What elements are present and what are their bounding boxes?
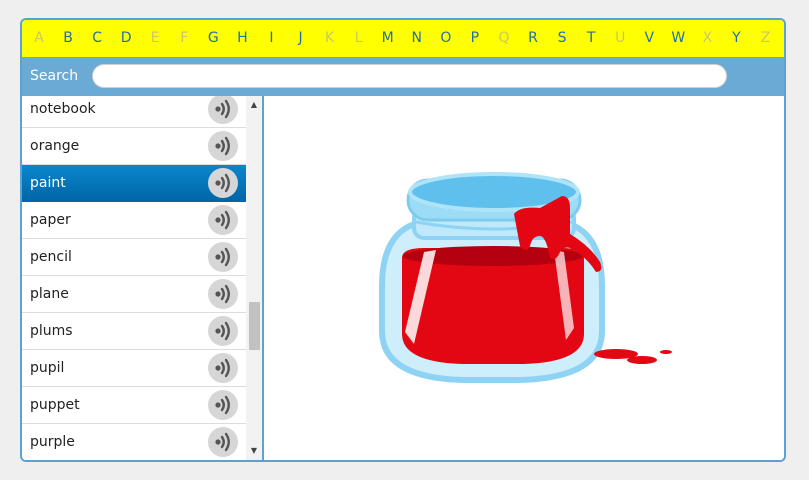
speaker-sound-icon[interactable] — [208, 96, 238, 124]
word-list-item[interactable]: pupil — [22, 350, 246, 387]
letter-f: F — [180, 30, 189, 46]
letter-j[interactable]: J — [289, 20, 313, 57]
word-label: orange — [30, 138, 80, 154]
word-list-item[interactable]: paper — [22, 202, 246, 239]
search-input[interactable] — [92, 64, 727, 88]
search-label: Search — [30, 68, 79, 84]
speaker-sound-icon[interactable] — [208, 131, 238, 161]
letter-g[interactable]: G — [201, 20, 225, 57]
letter-d[interactable]: D — [114, 20, 138, 57]
letter-i[interactable]: I — [259, 20, 283, 57]
letter-k: K — [325, 30, 335, 46]
paint-jar-icon — [379, 172, 672, 383]
letter-u: U — [615, 30, 626, 46]
letter-b[interactable]: B — [56, 20, 80, 57]
word-list-item[interactable]: plums — [22, 313, 246, 350]
alphabet-bar: ABCDE FGHIJK LMNOPQRSTUVWXYZ — [22, 20, 784, 57]
word-label: notebook — [30, 101, 96, 117]
letter-p[interactable]: P — [463, 20, 487, 57]
letter-n[interactable]: N — [405, 20, 429, 57]
picture-panel — [264, 96, 784, 460]
letter-o[interactable]: O — [434, 20, 458, 57]
speaker-sound-icon[interactable] — [208, 427, 238, 457]
word-list-item[interactable]: pencil — [22, 239, 246, 276]
letter-r[interactable]: R — [521, 20, 545, 57]
search-bar: Search — [22, 57, 784, 96]
word-label: plane — [30, 286, 69, 302]
speaker-sound-icon[interactable] — [208, 279, 238, 309]
list-scrollbar[interactable]: ▲ ▼ — [246, 96, 262, 460]
letter-y[interactable]: Y — [724, 20, 748, 57]
word-picture-dictionary: ABCDE FGHIJK LMNOPQRSTUVWXYZ Search notebo… — [20, 18, 786, 462]
speaker-sound-icon[interactable] — [208, 168, 238, 198]
letter-m[interactable]: M — [376, 20, 400, 57]
word-label: pencil — [30, 249, 72, 265]
letter-l: L — [354, 30, 363, 46]
word-label: pupil — [30, 360, 65, 376]
word-list-item[interactable]: notebook — [22, 96, 246, 128]
word-label: paint — [30, 175, 66, 191]
letter-h[interactable]: H — [230, 20, 254, 57]
speaker-sound-icon[interactable] — [208, 242, 238, 272]
letter-a: A — [34, 30, 44, 46]
word-label: paper — [30, 212, 71, 228]
word-label: plums — [30, 323, 73, 339]
letter-c[interactable]: C — [85, 20, 109, 57]
word-list-item[interactable]: orange — [22, 128, 246, 165]
word-list: notebook orange paint paper pencil plane plums… — [22, 96, 246, 460]
letter-e: E — [150, 30, 160, 46]
letter-q: Q — [498, 30, 510, 46]
speaker-sound-icon[interactable] — [208, 390, 238, 420]
paint-puddle-medium — [627, 356, 657, 364]
letter-x: X — [702, 30, 713, 46]
letter-w[interactable]: W — [666, 20, 690, 57]
word-list-item[interactable]: puppet — [22, 387, 246, 424]
scroll-thumb[interactable] — [249, 302, 260, 350]
letter-t[interactable]: T — [579, 20, 603, 57]
speaker-sound-icon[interactable] — [208, 353, 238, 383]
scroll-up-arrow-icon[interactable]: ▲ — [246, 98, 262, 112]
letter-s[interactable]: S — [550, 20, 574, 57]
speaker-sound-icon[interactable] — [208, 205, 238, 235]
word-list-item[interactable]: purple — [22, 424, 246, 460]
scroll-down-arrow-icon[interactable]: ▼ — [246, 444, 262, 458]
word-list-item[interactable]: plane — [22, 276, 246, 313]
speaker-sound-icon[interactable] — [208, 316, 238, 346]
word-list-item[interactable]: paint — [22, 165, 246, 202]
paint-puddle-small — [660, 350, 672, 354]
word-label: purple — [30, 434, 75, 450]
letter-z: Z — [760, 30, 771, 46]
word-label: puppet — [30, 397, 80, 413]
letter-v[interactable]: V — [637, 20, 661, 57]
